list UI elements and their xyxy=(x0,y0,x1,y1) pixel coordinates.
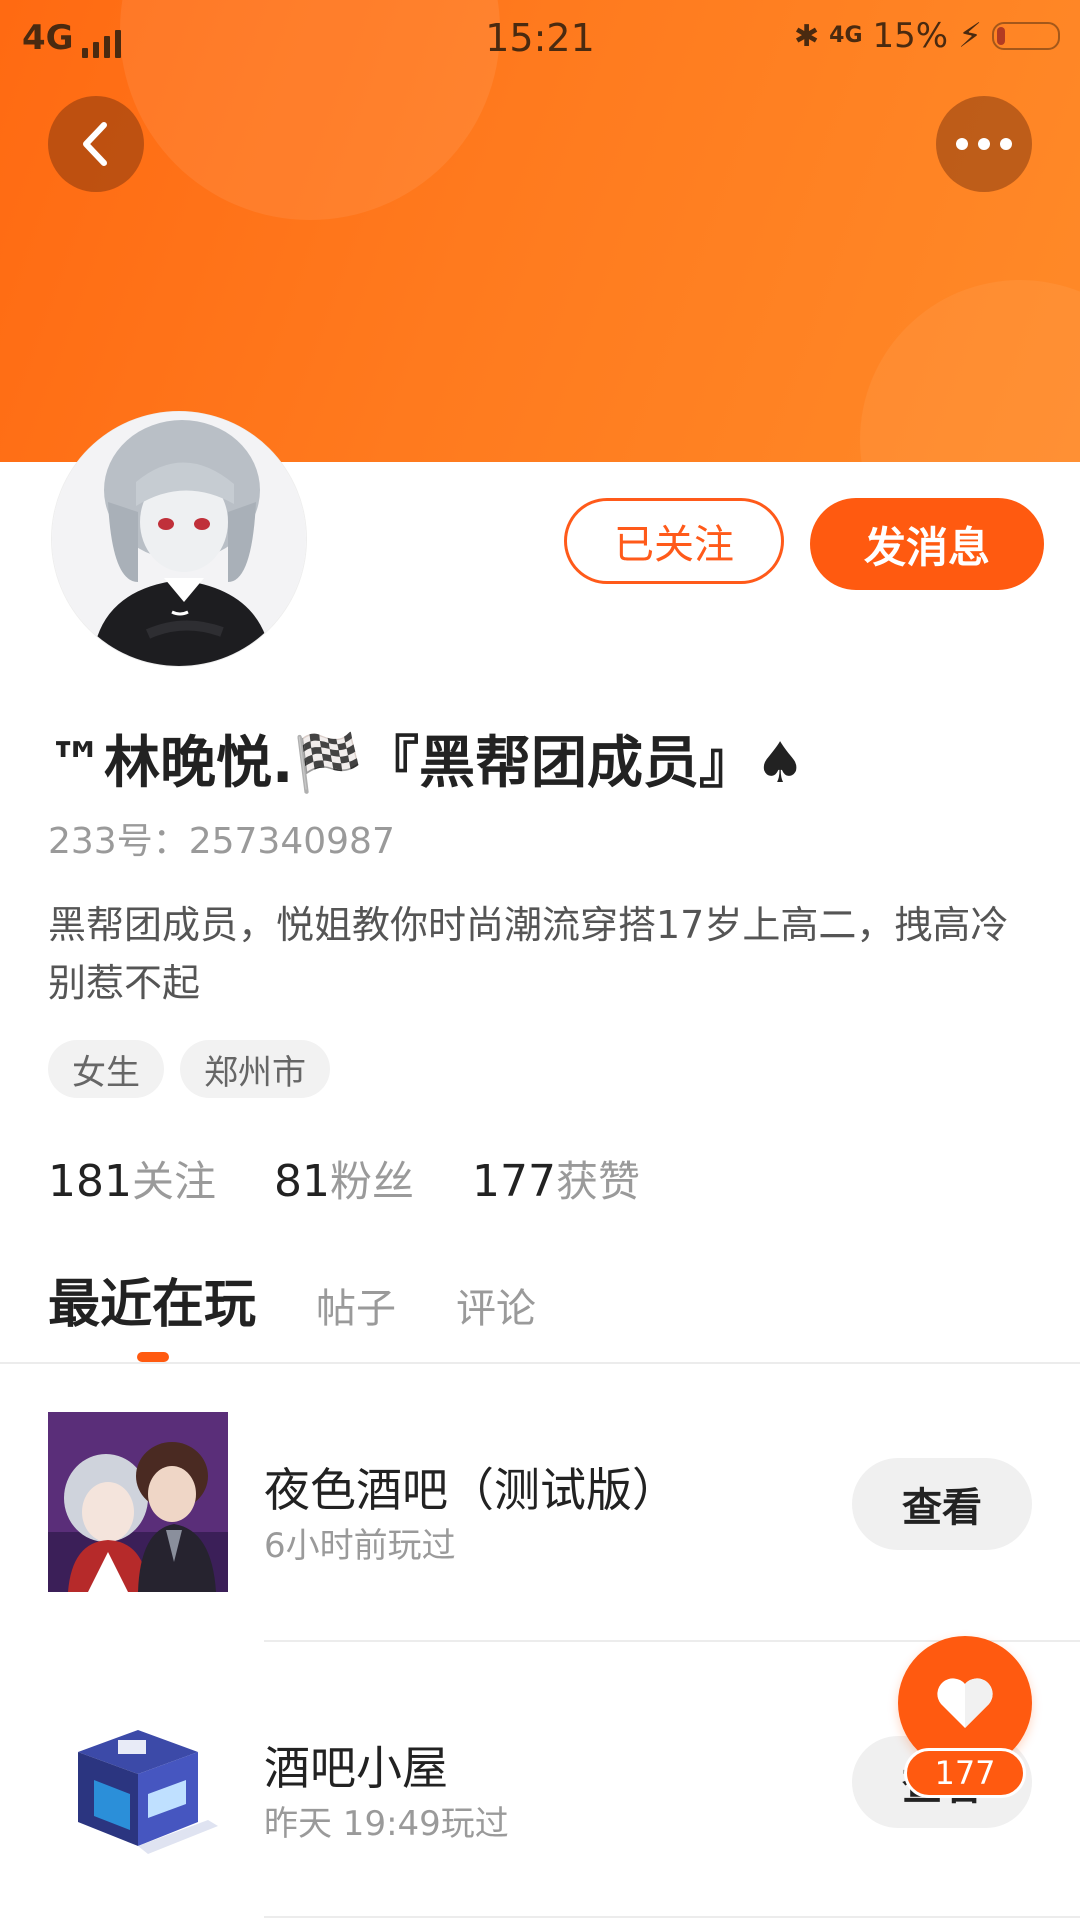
banner-decoration xyxy=(860,280,1080,462)
stat-likes[interactable]: 177 获赞 xyxy=(472,1148,640,1209)
stat-label: 关注 xyxy=(131,1157,216,1206)
profile-tags: 女生 郑州市 xyxy=(48,1040,330,1098)
stat-fans[interactable]: 81 粉丝 xyxy=(274,1148,414,1209)
avatar[interactable] xyxy=(52,412,306,666)
tab-comments[interactable]: 评论 xyxy=(456,1276,536,1334)
game-last-played: 昨天 19:49玩过 xyxy=(264,1804,509,1844)
game-thumbnail[interactable] xyxy=(48,1690,228,1870)
send-message-button[interactable]: 发消息 xyxy=(810,498,1044,590)
profile-name: ™林晚悦.🏁『黑帮团成员』♠ xyxy=(48,731,806,796)
game-title[interactable]: 酒吧小屋 xyxy=(264,1732,448,1798)
battery-percent: 15% xyxy=(872,16,949,56)
profile-tabs: 最近在玩 帖子 评论 xyxy=(48,1262,536,1337)
stat-number: 81 xyxy=(274,1156,330,1207)
game-cover-image xyxy=(48,1690,228,1870)
heart-icon xyxy=(937,1678,993,1728)
status-bar: 4G 15:21 ✱ 4G 15% ⚡ xyxy=(0,0,1080,76)
chevron-left-icon xyxy=(83,122,107,166)
profile-stats: 181 关注 81 粉丝 177 获赞 xyxy=(48,1148,640,1209)
tabs-divider xyxy=(0,1362,1080,1364)
back-button[interactable] xyxy=(48,96,144,192)
game-thumbnail[interactable] xyxy=(48,1412,228,1592)
list-divider xyxy=(264,1916,1080,1918)
battery-icon xyxy=(992,22,1060,50)
followed-button[interactable]: 已关注 xyxy=(564,498,784,584)
game-title[interactable]: 夜色酒吧（测试版） xyxy=(264,1454,678,1520)
like-count: 177 xyxy=(904,1748,1026,1798)
tab-indicator xyxy=(137,1352,169,1362)
more-button[interactable] xyxy=(936,96,1032,192)
network-label-2: 4G xyxy=(829,23,863,48)
game-last-played: 6小时前玩过 xyxy=(264,1526,456,1566)
stat-label: 获赞 xyxy=(556,1157,641,1206)
charging-icon: ⚡ xyxy=(958,16,982,56)
profile-bio: 黑帮团成员，悦姐教你时尚潮流穿搭17岁上高二，拽高冷别惹不起 xyxy=(48,903,1009,1005)
battery-level xyxy=(997,27,1005,45)
stat-number: 181 xyxy=(48,1156,132,1207)
more-dots-icon xyxy=(956,138,1012,150)
tab-recent-play[interactable]: 最近在玩 xyxy=(48,1262,256,1337)
stat-label: 粉丝 xyxy=(330,1157,415,1206)
stat-number: 177 xyxy=(472,1156,556,1207)
view-game-button[interactable]: 查看 xyxy=(852,1458,1032,1550)
game-cover-image xyxy=(48,1412,228,1592)
avatar-image xyxy=(52,412,306,666)
tag-gender: 女生 xyxy=(48,1040,164,1098)
stat-following[interactable]: 181 关注 xyxy=(48,1148,216,1209)
tab-posts[interactable]: 帖子 xyxy=(316,1276,396,1334)
status-right: ✱ 4G 15% ⚡ xyxy=(794,16,1060,56)
tag-city: 郑州市 xyxy=(180,1040,330,1098)
bluetooth-icon: ✱ xyxy=(794,18,820,54)
user-id: 233号：257340987 xyxy=(48,821,395,862)
